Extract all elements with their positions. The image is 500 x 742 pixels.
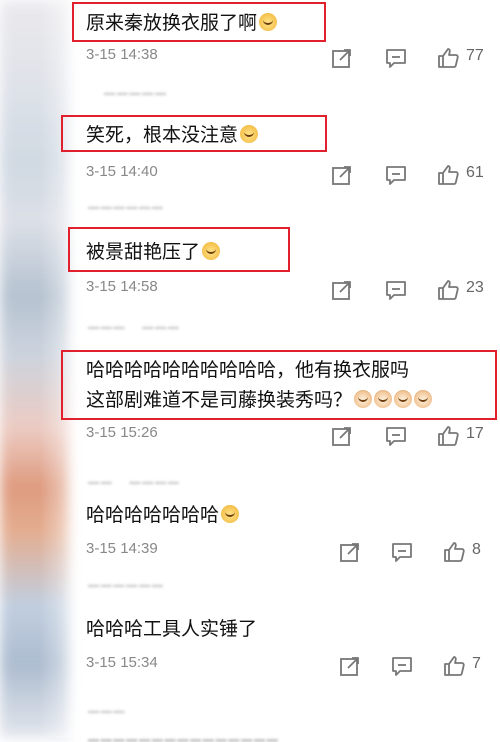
comment-icon[interactable] <box>384 163 408 187</box>
comment-meta: 3-15 14:38 77 <box>86 46 484 70</box>
timestamp: 3-15 14:40 <box>86 163 158 180</box>
timestamp: 3-15 14:58 <box>86 278 158 295</box>
timestamp: 3-15 15:34 <box>86 654 158 671</box>
share-icon[interactable] <box>330 278 354 302</box>
share-icon[interactable] <box>338 654 362 678</box>
thumbs-up-icon[interactable] <box>442 654 466 678</box>
comment-icon[interactable] <box>384 424 408 448</box>
thumbs-up-icon[interactable] <box>436 163 460 187</box>
timestamp: 3-15 15:26 <box>86 424 158 441</box>
like-count: 7 <box>472 655 481 672</box>
blurred-username: ▔▔▔▔▔▔ <box>88 586 165 602</box>
comment-text: 哈哈哈工具人实锤了 <box>86 618 258 640</box>
like-count: 23 <box>466 279 484 296</box>
like-count: 61 <box>466 164 484 181</box>
share-icon[interactable] <box>330 424 354 448</box>
thumbs-up-icon[interactable] <box>436 278 460 302</box>
thumbs-up-icon[interactable] <box>436 424 460 448</box>
comment-meta: 3-15 14:58 23 <box>86 278 484 302</box>
comment-meta: 3-15 14:39 8 <box>86 540 482 564</box>
highlight-box <box>68 227 290 272</box>
timestamp: 3-15 14:38 <box>86 46 158 63</box>
smile-emoji-icon <box>221 505 240 523</box>
blurred-username: ▔▔▔▔▔▔ <box>88 208 165 224</box>
comment-icon[interactable] <box>390 540 414 564</box>
comment-icon[interactable] <box>390 654 414 678</box>
comment-meta: 3-15 15:34 7 <box>86 654 482 678</box>
highlight-box <box>61 115 327 152</box>
like-count: 17 <box>466 425 484 442</box>
thumbs-up-icon[interactable] <box>442 540 466 564</box>
cut-off-comment: ▁▁▁▁▁▁▁▁▁▁▁▁▁▁▁ <box>88 726 280 742</box>
timestamp: 3-15 14:39 <box>86 540 158 557</box>
share-icon[interactable] <box>330 46 354 70</box>
comment-icon[interactable] <box>384 278 408 302</box>
like-count: 77 <box>466 47 484 64</box>
blurred-username: ▔▔▔ ▔▔▔ <box>88 328 181 344</box>
comment-text: 哈哈哈哈哈哈哈 <box>86 500 240 530</box>
comment-icon[interactable] <box>384 46 408 70</box>
highlight-box <box>61 350 497 420</box>
highlight-box <box>72 2 326 42</box>
comment-meta: 3-15 14:40 61 <box>86 163 484 187</box>
comment-meta: 3-15 15:26 17 <box>86 424 484 448</box>
thumbs-up-icon[interactable] <box>436 46 460 70</box>
share-icon[interactable] <box>330 163 354 187</box>
blurred-username: ▔▔▔▔▔ <box>104 94 168 110</box>
like-count: 8 <box>472 541 481 558</box>
comment-text-content: 哈哈哈哈哈哈哈 <box>86 504 220 526</box>
share-icon[interactable] <box>338 540 362 564</box>
blurred-username: ▔▔ ▔▔▔▔ <box>88 483 181 499</box>
